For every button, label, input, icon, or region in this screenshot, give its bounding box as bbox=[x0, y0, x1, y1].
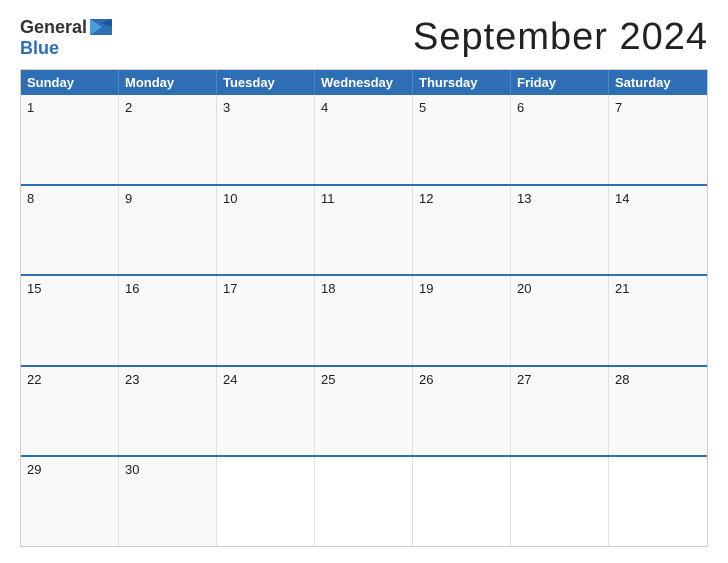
day-cell-empty bbox=[609, 457, 707, 546]
day-cell: 25 bbox=[315, 367, 413, 456]
header-saturday: Saturday bbox=[609, 70, 707, 95]
calendar-body: 1 2 3 4 5 6 7 8 9 10 11 12 13 14 15 16 bbox=[21, 95, 707, 546]
day-cell: 8 bbox=[21, 186, 119, 275]
day-cell: 27 bbox=[511, 367, 609, 456]
day-cell: 16 bbox=[119, 276, 217, 365]
day-cell: 11 bbox=[315, 186, 413, 275]
day-cell: 2 bbox=[119, 95, 217, 184]
week-row: 15 16 17 18 19 20 21 bbox=[21, 274, 707, 365]
day-cell-empty bbox=[315, 457, 413, 546]
day-cell: 20 bbox=[511, 276, 609, 365]
calendar-page: General Blue September 2024 Sunday Monda… bbox=[0, 0, 728, 563]
calendar-grid: Sunday Monday Tuesday Wednesday Thursday… bbox=[20, 69, 708, 547]
logo: General Blue bbox=[20, 17, 112, 59]
header-thursday: Thursday bbox=[413, 70, 511, 95]
page-header: General Blue September 2024 bbox=[20, 16, 708, 59]
day-cell: 26 bbox=[413, 367, 511, 456]
logo-general-text: General bbox=[20, 17, 87, 38]
header-tuesday: Tuesday bbox=[217, 70, 315, 95]
month-title: September 2024 bbox=[413, 16, 708, 59]
day-cell: 6 bbox=[511, 95, 609, 184]
week-row: 29 30 bbox=[21, 455, 707, 546]
day-cell: 14 bbox=[609, 186, 707, 275]
day-cell: 23 bbox=[119, 367, 217, 456]
day-cell: 21 bbox=[609, 276, 707, 365]
week-row: 22 23 24 25 26 27 28 bbox=[21, 365, 707, 456]
day-cell: 7 bbox=[609, 95, 707, 184]
week-row: 8 9 10 11 12 13 14 bbox=[21, 184, 707, 275]
day-headers-row: Sunday Monday Tuesday Wednesday Thursday… bbox=[21, 70, 707, 95]
day-cell: 3 bbox=[217, 95, 315, 184]
day-cell: 19 bbox=[413, 276, 511, 365]
day-cell: 12 bbox=[413, 186, 511, 275]
logo-blue-text: Blue bbox=[20, 38, 59, 59]
day-cell: 5 bbox=[413, 95, 511, 184]
day-cell: 18 bbox=[315, 276, 413, 365]
day-cell: 22 bbox=[21, 367, 119, 456]
header-sunday: Sunday bbox=[21, 70, 119, 95]
header-wednesday: Wednesday bbox=[315, 70, 413, 95]
day-cell: 30 bbox=[119, 457, 217, 546]
day-cell: 9 bbox=[119, 186, 217, 275]
day-cell: 17 bbox=[217, 276, 315, 365]
day-cell: 4 bbox=[315, 95, 413, 184]
week-row: 1 2 3 4 5 6 7 bbox=[21, 95, 707, 184]
header-friday: Friday bbox=[511, 70, 609, 95]
day-cell: 24 bbox=[217, 367, 315, 456]
day-cell: 15 bbox=[21, 276, 119, 365]
day-cell: 28 bbox=[609, 367, 707, 456]
day-cell: 1 bbox=[21, 95, 119, 184]
day-cell: 10 bbox=[217, 186, 315, 275]
day-cell: 13 bbox=[511, 186, 609, 275]
day-cell-empty bbox=[413, 457, 511, 546]
day-cell-empty bbox=[217, 457, 315, 546]
day-cell: 29 bbox=[21, 457, 119, 546]
day-cell-empty bbox=[511, 457, 609, 546]
logo-flag-icon bbox=[90, 19, 112, 35]
header-monday: Monday bbox=[119, 70, 217, 95]
